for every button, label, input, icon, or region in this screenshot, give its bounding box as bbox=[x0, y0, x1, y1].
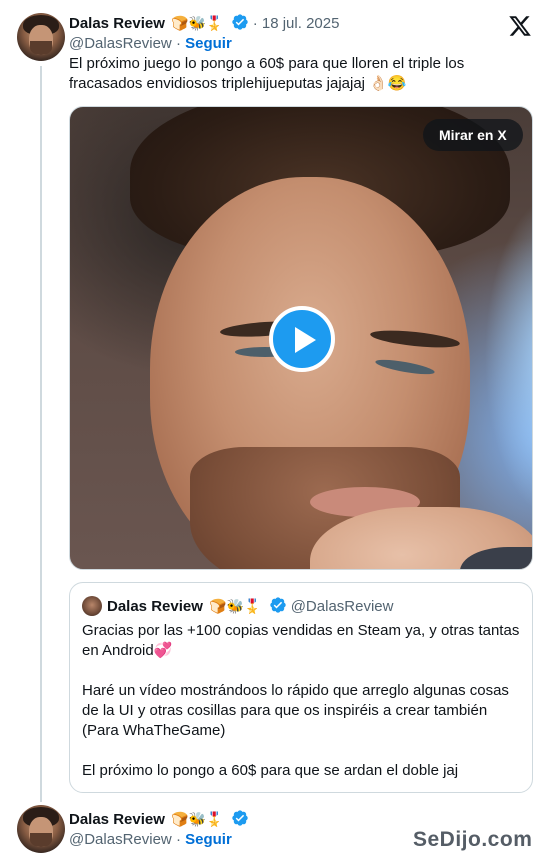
author-avatar[interactable] bbox=[17, 13, 65, 61]
thread-connector-line bbox=[40, 66, 42, 802]
reply-author-handle[interactable]: @DalasReview bbox=[69, 831, 172, 848]
quoted-author-emojis: 🍞🐝🎖️ bbox=[209, 598, 262, 614]
tweet-date[interactable]: 18 jul. 2025 bbox=[262, 15, 340, 32]
video-thumbnail[interactable]: Mirar en X bbox=[69, 106, 533, 570]
watch-on-x-button[interactable]: Mirar en X bbox=[423, 119, 523, 151]
author-handle[interactable]: @DalasReview bbox=[69, 35, 172, 52]
handle-separator: · bbox=[175, 35, 186, 52]
play-icon[interactable] bbox=[269, 306, 335, 372]
embedded-tweet-card: Dalas Review 🍞🐝🎖️ · 18 jul. 2025 @DalasR… bbox=[0, 0, 550, 858]
reply-tweet-subheader: @DalasReview · Seguir bbox=[69, 830, 232, 850]
quoted-author-handle: @DalasReview bbox=[290, 598, 394, 615]
author-name[interactable]: Dalas Review bbox=[69, 15, 165, 32]
handle-separator: · bbox=[175, 831, 186, 848]
author-name-emojis: 🍞🐝🎖️ bbox=[171, 15, 224, 31]
quoted-author-name: Dalas Review bbox=[107, 598, 203, 615]
quoted-tweet-body: Gracias por las +100 copias vendidas en … bbox=[82, 621, 522, 781]
follow-button[interactable]: Seguir bbox=[185, 35, 232, 52]
reply-author-avatar[interactable] bbox=[17, 805, 65, 853]
x-logo-icon[interactable] bbox=[508, 14, 532, 38]
verified-badge-icon bbox=[269, 596, 287, 620]
quoted-paragraph: El próximo lo pongo a 60$ para que se ar… bbox=[82, 762, 459, 779]
quoted-tweet[interactable]: Dalas Review 🍞🐝🎖️ @DalasReview Gracias p… bbox=[69, 582, 533, 793]
date-separator: · bbox=[252, 15, 262, 32]
quoted-paragraph: Gracias por las +100 copias vendidas en … bbox=[82, 622, 520, 659]
quoted-paragraph: Haré un vídeo mostrándoos lo rápido que … bbox=[82, 682, 509, 739]
reply-follow-button[interactable]: Seguir bbox=[185, 831, 232, 848]
verified-badge-icon bbox=[231, 13, 249, 37]
reply-author-emojis: 🍞🐝🎖️ bbox=[171, 811, 224, 827]
quoted-tweet-header: Dalas Review 🍞🐝🎖️ @DalasReview bbox=[107, 596, 393, 620]
quoted-author-avatar bbox=[82, 596, 102, 616]
site-watermark: SeDijo.com bbox=[413, 828, 533, 851]
tweet-subheader: @DalasReview · Seguir bbox=[69, 34, 232, 54]
tweet-text: El próximo juego lo pongo a 60$ para que… bbox=[69, 55, 465, 92]
reply-author-name[interactable]: Dalas Review bbox=[69, 811, 165, 828]
verified-badge-icon bbox=[231, 809, 249, 833]
